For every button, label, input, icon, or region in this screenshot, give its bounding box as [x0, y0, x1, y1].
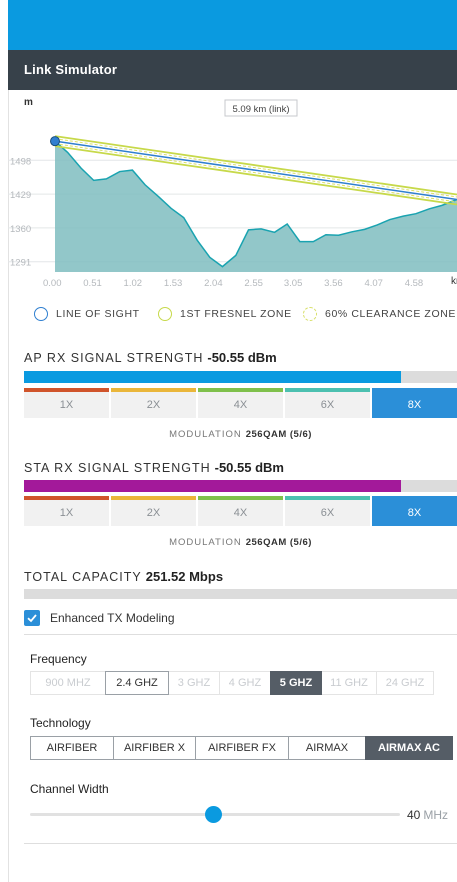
x-tick-label: 0.00	[43, 278, 62, 289]
y-tick-label: 1498	[10, 156, 31, 167]
ap-mod-6x: 6X	[285, 392, 370, 418]
ap-rx-signal-bar	[24, 371, 457, 383]
ap-mod-1x: 1X	[24, 392, 109, 418]
ap-rx-value: -50.55 dBm	[207, 350, 277, 365]
ap-endpoint-marker	[50, 136, 60, 147]
tech-airfiber-fx[interactable]: AIRFIBER FX	[195, 736, 289, 760]
sta-rx-signal-fill	[24, 480, 401, 492]
legend-fresnel-zone[interactable]: 1ST FRESNEL ZONE	[158, 306, 292, 322]
channel-width-readout: 40 MHz	[407, 808, 448, 822]
freq-5ghz[interactable]: 5 GHZ	[270, 671, 322, 695]
capacity-bar	[24, 589, 457, 599]
freq-11ghz[interactable]: 11 GHZ	[321, 671, 377, 695]
ap-mod-8x: 8X	[372, 392, 457, 418]
x-tick-label: 4.58	[405, 278, 424, 289]
x-tick-label: 3.05	[284, 278, 303, 289]
capacity-value: 251.52 Mbps	[145, 569, 224, 584]
panel-title: Link Simulator	[8, 50, 457, 90]
sta-modulation-readout: MODULATION 256QAM (5/6)	[24, 537, 457, 548]
channel-width-label: Channel Width	[30, 782, 109, 796]
y-axis-unit-label: m	[24, 97, 33, 108]
sta-mod-4x: 4X	[198, 500, 283, 526]
technology-label: Technology	[30, 716, 91, 730]
ap-mod-2x: 2X	[111, 392, 196, 418]
y-tick-label: 1360	[10, 224, 31, 235]
capacity-heading: TOTAL CAPACITY 251.52 Mbps	[24, 569, 223, 584]
frequency-label: Frequency	[30, 652, 87, 666]
sta-rx-label: STA RX SIGNAL STRENGTH	[24, 461, 211, 475]
technology-selector: AIRFIBER AIRFIBER X AIRFIBER FX AIRMAX A…	[30, 736, 453, 760]
tech-airfiber[interactable]: AIRFIBER	[30, 736, 114, 760]
freq-900mhz[interactable]: 900 MHZ	[30, 671, 106, 695]
enhanced-tx-toggle[interactable]: Enhanced TX Modeling	[24, 608, 175, 628]
sta-mod-1x: 1X	[24, 500, 109, 526]
x-tick-label: 0.51	[83, 278, 102, 289]
tech-airmax[interactable]: AIRMAX	[288, 736, 366, 760]
freq-4ghz[interactable]: 4 GHZ	[219, 671, 271, 695]
ap-modulation-levels: 1X 2X 4X 6X 8X	[24, 392, 457, 418]
freq-2-4ghz[interactable]: 2.4 GHZ	[105, 671, 169, 695]
link-distance-label: 5.09 km (link)	[232, 104, 289, 115]
x-tick-label: 1.53	[164, 278, 183, 289]
sta-mod-6x: 6X	[285, 500, 370, 526]
legend-line-of-sight[interactable]: LINE OF SIGHT	[34, 306, 140, 322]
sta-modulation-value: 256QAM (5/6)	[245, 537, 312, 548]
tech-airfiber-x[interactable]: AIRFIBER X	[113, 736, 196, 760]
y-tick-label: 1429	[10, 190, 31, 201]
fresnel-zone-swatch-icon	[158, 307, 172, 321]
x-tick-label: 2.04	[204, 278, 223, 289]
ap-modulation-readout: MODULATION 256QAM (5/6)	[24, 429, 457, 440]
capacity-label: TOTAL CAPACITY	[24, 570, 142, 584]
channel-width-slider-thumb[interactable]	[205, 806, 222, 823]
divider	[24, 843, 457, 844]
ap-modulation-label: MODULATION	[169, 429, 242, 440]
sta-mod-8x: 8X	[372, 500, 457, 526]
ap-rx-heading: AP RX SIGNAL STRENGTH -50.55 dBm	[24, 350, 277, 365]
divider	[24, 634, 457, 635]
ap-rx-label: AP RX SIGNAL STRENGTH	[24, 351, 204, 365]
channel-width-value: 40	[407, 808, 421, 822]
ap-rx-signal-fill	[24, 371, 401, 383]
clearance-zone-swatch-icon	[303, 307, 317, 321]
sta-modulation-levels: 1X 2X 4X 6X 8X	[24, 500, 457, 526]
legend-label: LINE OF SIGHT	[56, 308, 140, 320]
terrain-area	[55, 141, 457, 272]
elevation-chart: 1498 1429 1360 1291 0.00 0.51 1.02 1.53 2.04 2.55…	[8, 97, 457, 289]
sta-rx-value: -50.55 dBm	[214, 460, 284, 475]
enhanced-tx-checkbox[interactable]	[24, 610, 40, 626]
sta-mod-2x: 2X	[111, 500, 196, 526]
x-tick-label: 3.56	[324, 278, 343, 289]
line-of-sight-swatch-icon	[34, 307, 48, 321]
frequency-selector: 900 MHZ 2.4 GHZ 3 GHZ 4 GHZ 5 GHZ 11 GHZ…	[30, 671, 434, 695]
y-tick-label: 1291	[10, 258, 31, 269]
channel-width-unit: MHz	[423, 808, 449, 822]
tech-airmax-ac[interactable]: AIRMAX AC	[365, 736, 453, 760]
ap-mod-4x: 4X	[198, 392, 283, 418]
legend-label: 60% CLEARANCE ZONE	[325, 308, 457, 320]
legend-label: 1ST FRESNEL ZONE	[180, 308, 292, 320]
sta-modulation-label: MODULATION	[169, 537, 242, 548]
checkmark-icon	[27, 614, 37, 623]
chart-legend: LINE OF SIGHT 1ST FRESNEL ZONE 60% CLEAR…	[34, 306, 457, 322]
freq-24ghz[interactable]: 24 GHZ	[376, 671, 434, 695]
x-axis-unit-label: km	[451, 276, 457, 287]
legend-clearance-zone[interactable]: 60% CLEARANCE ZONE	[303, 306, 456, 322]
enhanced-tx-label: Enhanced TX Modeling	[50, 611, 175, 625]
x-tick-label: 4.07	[364, 278, 383, 289]
ap-modulation-value: 256QAM (5/6)	[245, 429, 312, 440]
sta-rx-heading: STA RX SIGNAL STRENGTH -50.55 dBm	[24, 460, 284, 475]
sta-rx-signal-bar	[24, 480, 457, 492]
freq-3ghz[interactable]: 3 GHZ	[168, 671, 220, 695]
x-tick-label: 1.02	[124, 278, 142, 289]
x-tick-label: 2.55	[244, 278, 263, 289]
top-bar	[8, 0, 457, 50]
